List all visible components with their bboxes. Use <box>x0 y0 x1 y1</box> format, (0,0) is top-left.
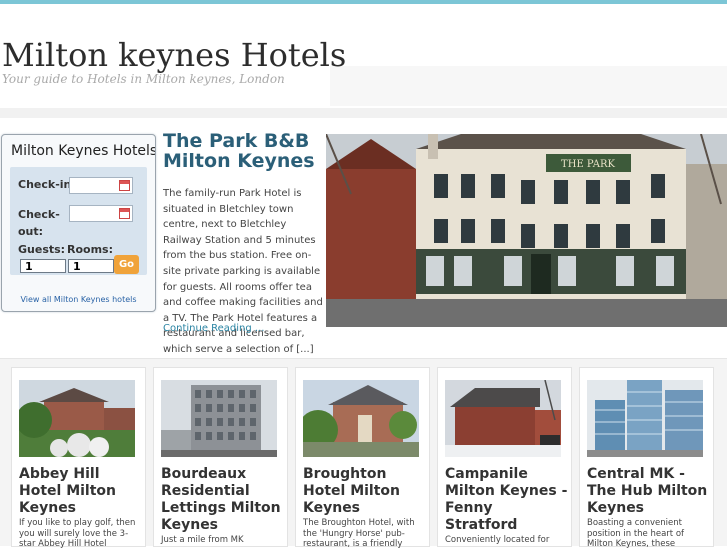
checkout-label: Check-out: <box>18 208 60 238</box>
hotel-card-description: Just a mile from MK <box>161 535 244 545</box>
hotel-card-title[interactable]: Abbey Hill Hotel Milton Keynes <box>19 466 143 517</box>
hotel-card-title[interactable]: Bourdeaux Residential Lettings Milton Ke… <box>161 466 285 534</box>
hotel-card-description: Conveniently located for <box>445 535 550 545</box>
calendar-icon[interactable] <box>119 180 130 191</box>
guests-select[interactable]: 1 <box>20 259 66 273</box>
hotel-card[interactable]: Abbey Hill Hotel Milton Keynes If you li… <box>11 367 146 549</box>
hotel-card[interactable]: Broughton Hotel Milton Keynes The Brough… <box>295 367 430 549</box>
view-all-hotels-link[interactable]: View all Milton Keynes hotels <box>2 295 155 304</box>
checkin-label: Check-in: <box>18 178 76 191</box>
checkout-date-field[interactable] <box>69 205 133 222</box>
rooms-select[interactable]: 1 <box>68 259 114 273</box>
hotel-card-title[interactable]: Broughton Hotel Milton Keynes <box>303 466 427 517</box>
go-button[interactable]: Go <box>114 255 139 274</box>
hotel-card[interactable]: Bourdeaux Residential Lettings Milton Ke… <box>153 367 288 547</box>
top-accent-bar <box>0 0 727 4</box>
site-tagline: Your guide to Hotels in Milton keynes, L… <box>2 72 285 86</box>
pub-sign-text: THE PARK <box>561 159 615 170</box>
header-background <box>330 66 727 106</box>
widget-heading: Milton Keynes Hotels <box>11 143 156 159</box>
checkin-date-field[interactable] <box>69 177 133 194</box>
calendar-icon[interactable] <box>119 208 130 219</box>
nav-band <box>0 108 727 118</box>
hotel-thumbnail[interactable] <box>445 380 561 457</box>
featured-title[interactable]: The Park B&B Milton Keynes <box>163 131 323 171</box>
hotel-card[interactable]: Campanile Milton Keynes - Fenny Stratfor… <box>437 367 572 547</box>
hotel-thumbnail[interactable] <box>587 380 703 457</box>
hotel-card-title[interactable]: Central MK - The Hub Milton Keynes <box>587 466 711 517</box>
hotel-thumbnail[interactable] <box>303 380 419 457</box>
hotel-thumbnail[interactable] <box>19 380 135 457</box>
hotel-card[interactable]: Central MK - The Hub Milton Keynes Boast… <box>579 367 714 549</box>
search-form: Check-in: Check-out: Guests: Rooms: 1 1 … <box>10 167 147 275</box>
hotel-thumbnail[interactable] <box>161 380 277 457</box>
guests-label: Guests: <box>18 243 66 256</box>
hotel-card-title[interactable]: Campanile Milton Keynes - Fenny Stratfor… <box>445 466 569 534</box>
featured-hotel-image[interactable]: THE PARK <box>326 134 727 327</box>
rooms-label: Rooms: <box>67 243 113 256</box>
continue-reading-link[interactable]: Continue Reading ... <box>163 323 264 334</box>
site-title[interactable]: Milton keynes Hotels <box>2 36 346 74</box>
hotel-search-widget: Milton Keynes Hotels Check-in: Check-out… <box>1 134 156 312</box>
